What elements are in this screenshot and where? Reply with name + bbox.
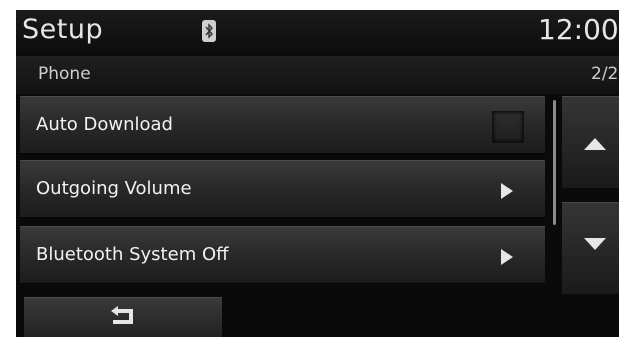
menu-item-label: Auto Download [36, 114, 173, 135]
section-title: Phone [38, 64, 91, 84]
scroll-down-button[interactable] [562, 202, 619, 294]
scrollbar[interactable] [553, 100, 556, 225]
scroll-down-icon [584, 238, 606, 250]
screen: Setup 12:00 Phone 2/2 Auto Download Outg… [16, 10, 619, 337]
menu-item-outgoing-volume[interactable]: Outgoing Volume [20, 160, 545, 218]
header-bar: Setup 12:00 [16, 10, 619, 56]
clock: 12:00 [538, 13, 619, 46]
auto-download-checkbox[interactable] [492, 111, 524, 143]
bluetooth-icon [202, 20, 216, 42]
menu-item-label: Outgoing Volume [36, 178, 192, 199]
chevron-right-icon [501, 249, 513, 265]
back-button[interactable] [24, 297, 222, 337]
back-return-icon [111, 306, 133, 324]
screen-title: Setup [22, 14, 104, 45]
chevron-right-icon [501, 183, 513, 199]
scroll-up-button[interactable] [562, 96, 619, 188]
menu-item-label: Bluetooth System Off [36, 244, 229, 265]
menu-item-auto-download[interactable]: Auto Download [20, 96, 545, 154]
page-indicator: 2/2 [591, 64, 619, 84]
subheader-bar: Phone 2/2 [16, 56, 619, 94]
menu-item-bluetooth-system-off[interactable]: Bluetooth System Off [20, 226, 545, 284]
scroll-up-icon [584, 138, 606, 150]
